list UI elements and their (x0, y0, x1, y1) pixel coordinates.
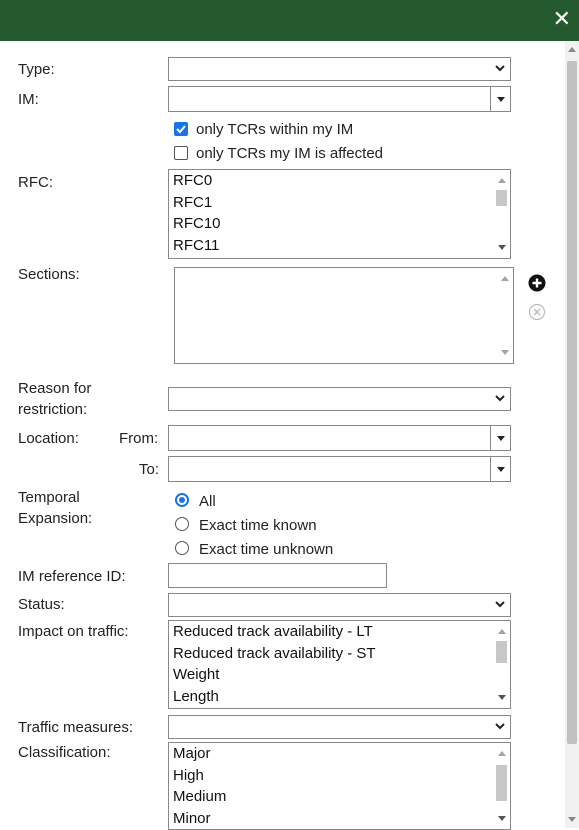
reason-label-line1: Reason for (18, 380, 92, 397)
classification-listbox[interactable]: Major High Medium Minor (168, 742, 511, 830)
list-item[interactable]: Medium (173, 788, 226, 806)
type-select[interactable] (168, 57, 511, 81)
radio-exact-time-known[interactable] (175, 517, 189, 531)
page-scrollbar[interactable] (565, 41, 579, 828)
to-dropdown-button[interactable] (490, 457, 510, 481)
type-label: Type: (18, 61, 55, 78)
triangle-down-icon (497, 436, 505, 441)
scroll-up-icon[interactable] (501, 276, 509, 281)
im-label: IM: (18, 91, 39, 108)
scroll-thumb[interactable] (496, 190, 507, 206)
list-item[interactable]: Length (173, 688, 219, 706)
radio-all-label: All (199, 493, 216, 510)
x-circle-icon[interactable] (528, 303, 546, 321)
impact-label: Impact on traffic: (18, 623, 129, 640)
location-from-combobox[interactable] (168, 425, 511, 451)
radio-exact-time-known-label: Exact time known (199, 517, 317, 534)
scroll-down-icon[interactable] (568, 817, 576, 822)
im-affected-label: only TCRs my IM is affected (196, 145, 384, 162)
sections-scrollbar[interactable] (496, 268, 513, 363)
triangle-down-icon (497, 467, 505, 472)
location-to-combobox[interactable] (168, 456, 511, 482)
scroll-thumb[interactable] (496, 765, 507, 801)
list-item[interactable]: Weight (173, 666, 219, 684)
im-reference-label: IM reference ID: (18, 568, 126, 585)
rfc-label: RFC: (18, 174, 53, 191)
impact-listbox[interactable]: Reduced track availability - LT Reduced … (168, 620, 511, 709)
reason-label-line2: restriction: (18, 401, 88, 418)
traffic-measures-select[interactable] (168, 715, 511, 739)
scroll-up-icon[interactable] (498, 629, 506, 634)
temporal-label-line2: Expansion: (18, 510, 93, 527)
classification-label: Classification: (18, 744, 111, 761)
impact-scrollbar[interactable] (493, 621, 510, 708)
list-item[interactable]: Minor (173, 810, 211, 828)
sections-listbox[interactable] (174, 267, 514, 364)
rfc-listbox[interactable]: RFC0 RFC1 RFC10 RFC11 (168, 169, 511, 259)
list-item[interactable]: RFC0 (173, 172, 212, 190)
classification-scrollbar[interactable] (493, 743, 510, 829)
chevron-down-icon (495, 65, 505, 72)
reason-select[interactable] (168, 387, 511, 411)
chevron-down-icon (495, 601, 505, 608)
rfc-scrollbar[interactable] (493, 170, 510, 258)
list-item[interactable]: High (173, 767, 204, 785)
im-dropdown-button[interactable] (490, 87, 510, 111)
chevron-down-icon (495, 723, 505, 730)
scroll-up-icon[interactable] (498, 178, 506, 183)
list-item[interactable]: Reduced track availability - ST (173, 645, 376, 663)
traffic-measures-label: Traffic measures: (18, 719, 134, 736)
sections-label: Sections: (18, 266, 80, 283)
dialog-header: ✕ (0, 0, 579, 41)
location-label: Location: (18, 430, 79, 447)
scroll-up-icon[interactable] (568, 47, 576, 52)
triangle-down-icon (497, 97, 505, 102)
scroll-thumb[interactable] (567, 61, 577, 744)
list-item[interactable]: RFC10 (173, 215, 221, 233)
from-label: From: (119, 430, 159, 447)
scroll-up-icon[interactable] (498, 751, 506, 756)
radio-exact-time-unknown-label: Exact time unknown (199, 541, 334, 558)
status-select[interactable] (168, 593, 511, 617)
scroll-down-icon[interactable] (501, 350, 509, 355)
checkmark-icon (176, 125, 186, 134)
radio-all[interactable] (175, 493, 189, 507)
list-item[interactable]: RFC11 (173, 237, 219, 255)
list-item[interactable]: Reduced track availability - LT (173, 623, 373, 641)
temporal-label-line1: Temporal (18, 489, 80, 506)
scroll-down-icon[interactable] (498, 245, 506, 250)
list-item[interactable]: RFC1 (173, 194, 212, 212)
im-reference-input[interactable] (168, 563, 387, 588)
radio-exact-time-unknown[interactable] (175, 541, 189, 555)
chevron-down-icon (495, 395, 505, 402)
list-item[interactable]: Major (173, 745, 211, 763)
status-label: Status: (18, 596, 65, 613)
within-my-im-checkbox[interactable] (174, 122, 188, 136)
plus-circle-icon[interactable] (528, 274, 546, 292)
im-combobox[interactable] (168, 86, 511, 112)
to-label: To: (139, 461, 160, 478)
within-my-im-label: only TCRs within my IM (196, 121, 354, 138)
from-dropdown-button[interactable] (490, 426, 510, 450)
filter-form: Type: IM: only TCRs within my IM only TC… (0, 41, 565, 830)
im-affected-checkbox[interactable] (174, 146, 188, 160)
scroll-down-icon[interactable] (498, 695, 506, 700)
close-icon[interactable]: ✕ (553, 8, 571, 30)
scroll-thumb[interactable] (496, 641, 507, 663)
scroll-down-icon[interactable] (498, 816, 506, 821)
